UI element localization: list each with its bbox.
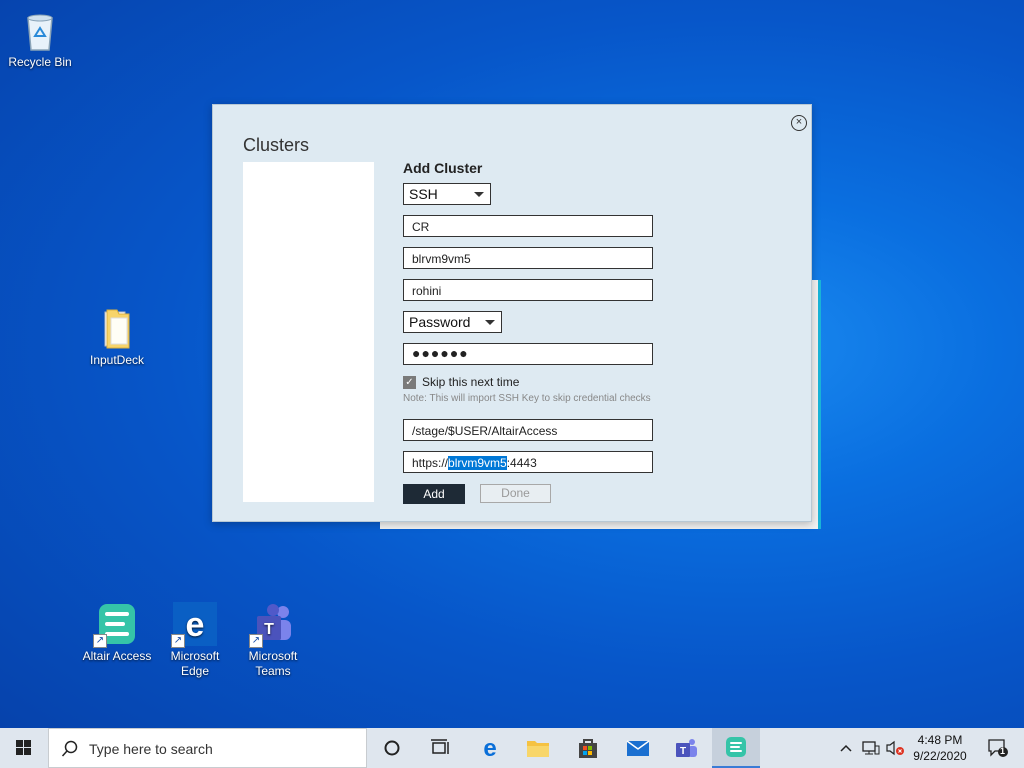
taskbar-altair-access-button[interactable]	[712, 728, 760, 768]
teams-label-line2: Teams	[255, 664, 291, 678]
action-center-button[interactable]: 1	[978, 728, 1018, 768]
taskbar-mail-button[interactable]	[614, 728, 662, 768]
desktop-icon-microsoft-teams[interactable]: T ↗ Microsoft Teams	[233, 602, 313, 679]
desktop-icon-microsoft-edge[interactable]: e ↗ Microsoft Edge	[155, 602, 235, 679]
network-icon	[862, 741, 880, 755]
teams-icon: T ↗	[249, 602, 295, 648]
teams-label-line1: Microsoft	[248, 649, 298, 663]
taskbar-clock[interactable]: 4:48 PM 9/22/2020	[908, 732, 972, 764]
network-button[interactable]	[860, 728, 882, 768]
form-heading: Add Cluster	[403, 160, 483, 176]
stage-path-value: /stage/$USER/AltairAccess	[412, 424, 558, 438]
cluster-name-value: CR	[412, 220, 430, 234]
chevron-up-icon	[840, 744, 852, 752]
windows-logo-icon	[16, 740, 31, 755]
taskbar: Type here to search e T 4:48 PM 9/22/202…	[0, 728, 1024, 768]
host-field[interactable]: blrvm9vm5	[403, 247, 653, 269]
taskbar-teams-button[interactable]: T	[662, 728, 710, 768]
edge-label-line2: Edge	[180, 664, 210, 678]
password-mask: ●●●●●●	[412, 345, 469, 361]
svg-text:T: T	[680, 746, 686, 757]
recycle-bin-icon	[18, 8, 62, 52]
desktop-icon-recycle-bin[interactable]: Recycle Bin	[0, 8, 80, 70]
skip-checkbox-label: Skip this next time	[422, 375, 520, 389]
url-field[interactable]: https://blrvm9vm5:4443	[403, 451, 653, 473]
cortana-button[interactable]	[368, 728, 416, 768]
shortcut-arrow-icon: ↗	[93, 634, 107, 648]
shortcut-arrow-icon: ↗	[249, 634, 263, 648]
taskbar-store-button[interactable]	[564, 728, 612, 768]
search-placeholder: Type here to search	[89, 741, 213, 757]
clock-date: 9/22/2020	[913, 749, 967, 763]
auth-type-select[interactable]: Password	[403, 311, 502, 333]
shortcut-arrow-icon: ↗	[171, 634, 185, 648]
desktop-icon-inputdeck[interactable]: InputDeck	[77, 306, 157, 368]
dialog-title: Clusters	[243, 135, 310, 155]
clusters-dialog: × Clusters Add Cluster SSH CR blrvm9vm5 …	[212, 104, 812, 522]
svg-text:e: e	[186, 606, 205, 644]
chevron-down-icon	[485, 320, 495, 325]
altair-access-icon: ↗	[93, 602, 139, 648]
auth-type-value: Password	[409, 314, 471, 330]
folder-icon	[527, 741, 549, 757]
mail-icon	[626, 740, 650, 756]
connection-type-value: SSH	[409, 186, 438, 202]
url-selected-text: blrvm9vm5	[448, 456, 507, 470]
clock-time: 4:48 PM	[917, 733, 963, 747]
notification-count: 1	[1000, 746, 1006, 756]
altair-access-label: Altair Access	[82, 649, 152, 663]
start-button[interactable]	[0, 728, 48, 768]
task-view-icon	[431, 739, 449, 754]
show-hidden-icons-button[interactable]	[836, 728, 856, 768]
cortana-circle-icon	[384, 740, 400, 756]
done-button[interactable]: Done	[480, 484, 551, 503]
cluster-list[interactable]	[243, 162, 374, 502]
store-bag-icon	[579, 739, 597, 758]
cluster-name-field[interactable]: CR	[403, 215, 653, 237]
svg-text:T: T	[264, 621, 274, 638]
username-field[interactable]: rohini	[403, 279, 653, 301]
recycle-bin-label: Recycle Bin	[8, 55, 72, 69]
skip-checkbox[interactable]: ✓	[403, 376, 416, 389]
skip-note: Note: This will import SSH Key to skip c…	[403, 393, 651, 404]
inputdeck-label: InputDeck	[89, 353, 145, 367]
notification-icon	[988, 739, 1008, 757]
search-icon	[61, 740, 78, 757]
volume-muted-icon	[886, 740, 904, 756]
url-prefix: https://	[412, 456, 449, 470]
close-icon[interactable]: ×	[791, 115, 807, 131]
volume-button[interactable]	[884, 728, 906, 768]
task-view-button[interactable]	[416, 728, 464, 768]
url-suffix: :4443	[506, 456, 537, 470]
stage-path-field[interactable]: /stage/$USER/AltairAccess	[403, 419, 653, 441]
svg-text:e: e	[483, 736, 496, 760]
edge-label-line1: Microsoft	[170, 649, 220, 663]
password-field[interactable]: ●●●●●●	[403, 343, 653, 365]
chevron-down-icon	[474, 192, 484, 197]
edge-icon: e ↗	[171, 602, 217, 648]
taskbar-edge-button[interactable]: e	[466, 728, 514, 768]
teams-icon: T	[676, 739, 697, 757]
host-value: blrvm9vm5	[412, 252, 471, 266]
username-value: rohini	[412, 284, 442, 298]
connection-type-select[interactable]: SSH	[403, 183, 491, 205]
desktop-icon-altair-access[interactable]: ↗ Altair Access	[77, 602, 157, 664]
taskbar-file-explorer-button[interactable]	[514, 728, 562, 768]
taskbar-search-box[interactable]: Type here to search	[48, 728, 367, 768]
altair-access-icon	[726, 737, 746, 757]
add-button[interactable]: Add	[403, 484, 465, 504]
edge-icon: e	[483, 736, 496, 760]
folder-icon	[95, 306, 139, 350]
